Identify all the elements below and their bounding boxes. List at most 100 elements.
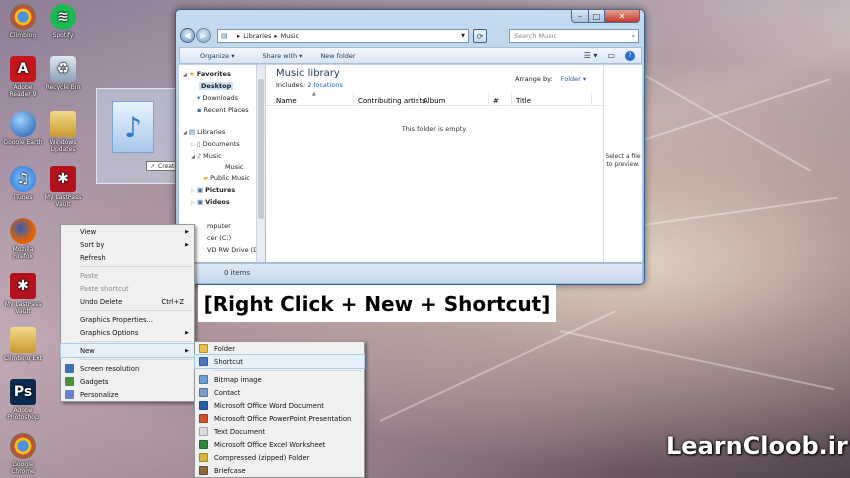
new-menu-item-shortcut[interactable]: Shortcut bbox=[194, 354, 365, 369]
library-icon: ▤ bbox=[188, 128, 196, 136]
desktop-icon[interactable]: ✱ My LastPass Vault bbox=[3, 273, 43, 315]
desktop-icon[interactable]: Climbing bbox=[3, 4, 43, 39]
desktop-icon[interactable]: ✱ My LastPass Vault bbox=[43, 166, 83, 208]
column-header[interactable]: # bbox=[493, 97, 499, 105]
scrollbar-thumb[interactable] bbox=[258, 79, 264, 219]
view-options-icon[interactable]: ☰ ▾ bbox=[584, 51, 598, 60]
new-menu-item-microsoft-office-powerpoint-presentation[interactable]: Microsoft Office PowerPoint Presentation bbox=[195, 412, 364, 425]
menu-item-screen-resolution[interactable]: Screen resolution bbox=[61, 362, 194, 375]
desktop-icon-label: Recycle Bin bbox=[45, 84, 81, 91]
desktop-icon[interactable]: A Adobe Reader 9 bbox=[3, 56, 43, 98]
back-button[interactable]: ◀ bbox=[180, 28, 195, 43]
nav-recent-places[interactable]: ▪ Recent Places bbox=[197, 106, 249, 114]
submenu-arrow-icon: ▶ bbox=[185, 347, 189, 354]
desktop-icon-label: Spotify bbox=[52, 32, 74, 39]
downloads-icon: ▾ bbox=[197, 94, 201, 102]
maximize-button[interactable]: □ bbox=[588, 9, 605, 23]
new-menu-item-compressed-zipped-folder[interactable]: Compressed (zipped) Folder bbox=[195, 451, 364, 464]
help-icon[interactable]: ? bbox=[625, 50, 635, 61]
new-menu-item-microsoft-office-word-document[interactable]: Microsoft Office Word Document bbox=[195, 399, 364, 412]
nav-videos[interactable]: ▷ ▣ Videos bbox=[191, 198, 230, 206]
menu-item-new[interactable]: New ▶ bbox=[60, 343, 195, 358]
nav-documents[interactable]: ▷ ▯ Documents bbox=[191, 140, 240, 148]
nav-scrollbar[interactable] bbox=[256, 65, 265, 262]
powerpoint-icon bbox=[199, 414, 208, 423]
preview-pane-icon[interactable]: ▭ bbox=[607, 51, 615, 60]
menu-item-gadgets[interactable]: Gadgets bbox=[61, 375, 194, 388]
column-header[interactable]: Name bbox=[276, 97, 297, 105]
chevron-down-icon[interactable]: ▼ bbox=[461, 33, 465, 39]
desktop-icon[interactable]: ♻ Recycle Bin bbox=[43, 56, 83, 91]
address-bar[interactable]: ▤ ▸ Libraries ▸ Music ▼ bbox=[217, 29, 469, 43]
nav-my-music[interactable]: Music bbox=[225, 163, 244, 171]
desktop-icon[interactable]: ≋ Spotify bbox=[43, 4, 83, 39]
forward-button[interactable]: ▶ bbox=[196, 28, 211, 43]
column-header[interactable]: Title bbox=[516, 97, 531, 105]
nav-favorites[interactable]: ◢ ★ Favorites bbox=[183, 70, 231, 78]
menu-item-personalize[interactable]: Personalize bbox=[61, 388, 194, 401]
screen-resolution-icon bbox=[65, 364, 74, 373]
menu-item-undo-delete[interactable]: Undo Delete Ctrl+Z bbox=[61, 295, 194, 308]
desktop-icon[interactable]: Google Chrome bbox=[3, 433, 43, 475]
refresh-icon[interactable]: ⟳ bbox=[473, 29, 487, 43]
google-earth-icon bbox=[10, 111, 36, 137]
firefox-icon bbox=[10, 218, 36, 244]
menu-separator bbox=[79, 266, 192, 267]
column-header[interactable]: Album bbox=[423, 97, 445, 105]
nav-pictures[interactable]: ▷ ▣ Pictures bbox=[191, 186, 235, 194]
search-input[interactable]: Search Music ⌕ bbox=[509, 29, 639, 43]
new-menu-item-microsoft-office-excel-worksheet[interactable]: Microsoft Office Excel Worksheet bbox=[195, 438, 364, 451]
includes-text: Includes: 2 locations bbox=[276, 81, 343, 89]
breadcrumb-music[interactable]: Music bbox=[281, 32, 300, 40]
locations-link[interactable]: 2 locations bbox=[307, 81, 342, 89]
share-with-button[interactable]: Share with ▾ bbox=[252, 52, 302, 60]
search-placeholder: Search Music bbox=[514, 32, 558, 40]
close-button[interactable]: ✕ bbox=[604, 9, 640, 23]
adobe-reader-icon: A bbox=[10, 56, 36, 82]
nav-computer[interactable]: mputer bbox=[207, 222, 231, 230]
nav-music[interactable]: ◢ ♪ Music bbox=[191, 152, 222, 160]
nav-downloads[interactable]: ▾ Downloads bbox=[197, 94, 238, 102]
pictures-icon: ▣ bbox=[196, 186, 204, 194]
desktop-icon-label: Adobe Photoshop bbox=[7, 407, 39, 421]
contact-icon bbox=[199, 388, 208, 397]
nav-drive-c[interactable]: cer (C:) bbox=[207, 234, 231, 242]
menu-item-refresh[interactable]: Refresh bbox=[61, 251, 194, 264]
nav-desktop[interactable]: Desktop bbox=[199, 82, 234, 90]
menu-item-sort-by[interactable]: Sort by ▶ bbox=[61, 238, 194, 251]
minimize-button[interactable]: – bbox=[571, 9, 589, 23]
nav-public-music[interactable]: ▰ Public Music bbox=[203, 174, 250, 182]
word-icon bbox=[199, 401, 208, 410]
photoshop-icon: Ps bbox=[10, 379, 36, 405]
music-icon: ♪ bbox=[196, 152, 202, 160]
menu-item-graphics-options[interactable]: Graphics Options ▶ bbox=[61, 326, 194, 339]
desktop-icon-label: Google Chrome bbox=[11, 461, 35, 475]
desktop-icon[interactable]: Windows Updates bbox=[43, 111, 83, 153]
desktop-icon[interactable]: Google Earth bbox=[3, 111, 43, 146]
menu-item-view[interactable]: View ▶ bbox=[61, 225, 194, 238]
organize-button[interactable]: Organize ▾ bbox=[190, 52, 234, 60]
new-menu-item-briefcase[interactable]: Briefcase bbox=[195, 464, 364, 477]
desktop-icon-label: My LastPass Vault bbox=[44, 194, 82, 208]
nav-libraries[interactable]: ◢ ▤ Libraries bbox=[183, 128, 225, 136]
new-menu-item-bitmap-image[interactable]: Bitmap image bbox=[195, 373, 364, 386]
folder-icon bbox=[10, 327, 36, 353]
new-menu-item-contact[interactable]: Contact bbox=[195, 386, 364, 399]
column-header[interactable]: Contributing artists bbox=[358, 97, 426, 105]
menu-item-paste[interactable]: Paste bbox=[61, 269, 194, 282]
desktop-icon[interactable]: Ps Adobe Photoshop bbox=[3, 379, 43, 421]
arrange-by-dropdown[interactable]: Folder ▾ bbox=[561, 75, 586, 83]
new-menu-item-folder[interactable]: Folder bbox=[195, 342, 364, 355]
desktop-context-menu: View ▶ Sort by ▶ Refresh Paste Paste shortcut U… bbox=[60, 224, 195, 402]
wallpaper-streak bbox=[619, 60, 812, 172]
desktop-icon[interactable]: Climbing Ext bbox=[3, 327, 43, 362]
new-folder-button[interactable]: New folder bbox=[320, 52, 355, 60]
nav-dvd-drive[interactable]: VD RW Drive (D bbox=[207, 246, 258, 254]
lastpass-icon: ✱ bbox=[10, 273, 36, 299]
desktop-icon[interactable]: Mozilla Firefox bbox=[3, 218, 43, 260]
desktop-icon[interactable]: ♫ iTunes bbox=[3, 166, 43, 201]
new-menu-item-text-document[interactable]: Text Document bbox=[195, 425, 364, 438]
menu-item-graphics-properties[interactable]: Graphics Properties... bbox=[61, 313, 194, 326]
menu-item-paste-shortcut[interactable]: Paste shortcut bbox=[61, 282, 194, 295]
breadcrumb-libraries[interactable]: Libraries bbox=[243, 32, 271, 40]
